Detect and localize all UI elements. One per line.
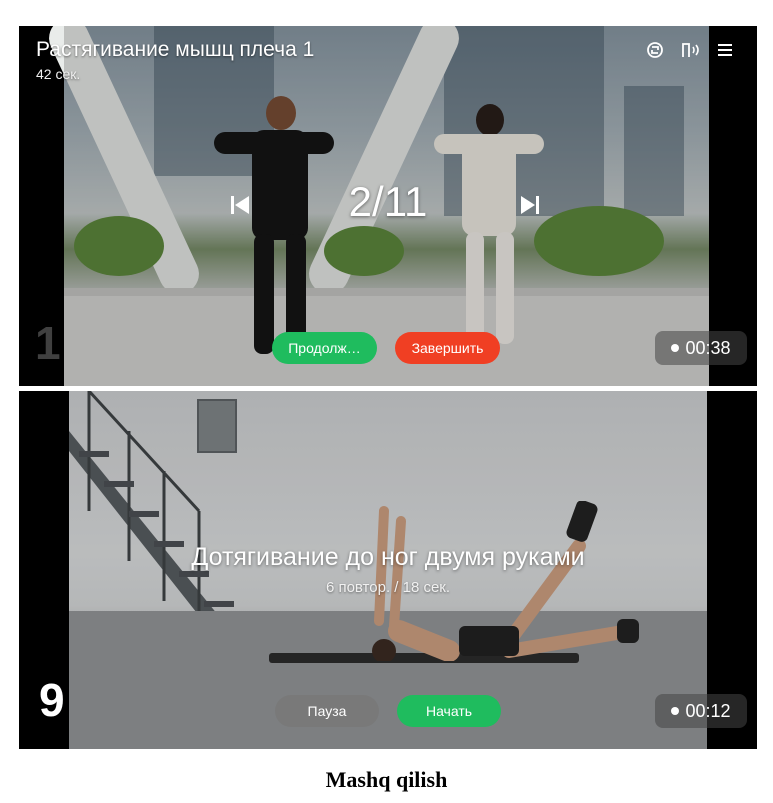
exercise-index: 9 bbox=[39, 674, 65, 726]
audio-guide-icon[interactable] bbox=[680, 40, 700, 60]
rotate-icon[interactable] bbox=[645, 40, 665, 60]
timer-badge: 00:38 bbox=[655, 331, 747, 365]
timer-value: 00:38 bbox=[685, 337, 731, 358]
exercise-name: Дотягивание до ног двумя руками bbox=[191, 543, 585, 571]
timer-dot-icon bbox=[671, 707, 680, 715]
exercise-duration: 42 сек. bbox=[36, 66, 81, 82]
top-right-toolbar bbox=[645, 40, 735, 60]
exercise-counter: 2/11 bbox=[348, 178, 428, 225]
workout-video-panel-2: Дотягивание до ног двумя руками 6 повтор… bbox=[19, 391, 757, 749]
timer-badge: 00:12 bbox=[655, 694, 747, 728]
workout-video-panel-1: Растягивание мышц плеча 1 42 сек. 2/11 1… bbox=[19, 26, 757, 386]
continue-button[interactable]: Продолж… bbox=[272, 332, 377, 364]
timer-dot-icon bbox=[671, 344, 680, 352]
next-exercise-icon[interactable] bbox=[519, 194, 541, 216]
exercise-details: 6 повтор. / 18 сек. bbox=[325, 579, 451, 596]
exercise-title: Растягивание мышц плеча 1 bbox=[36, 38, 315, 61]
pause-button[interactable]: Пауза bbox=[275, 695, 379, 727]
figure-caption: Mashq qilish bbox=[325, 767, 448, 792]
exercise-index: 1 bbox=[35, 317, 61, 369]
finish-button[interactable]: Завершить bbox=[395, 332, 500, 364]
start-button[interactable]: Начать bbox=[397, 695, 501, 727]
menu-icon[interactable] bbox=[715, 40, 735, 60]
timer-value: 00:12 bbox=[685, 700, 731, 721]
